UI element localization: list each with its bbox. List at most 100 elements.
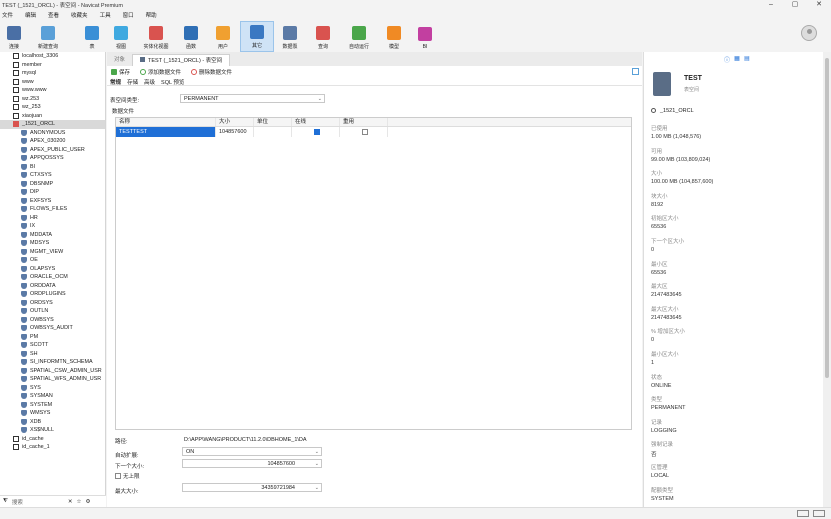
menu-item[interactable]: 帮助 — [146, 11, 157, 21]
tree-item[interactable]: PM — [0, 333, 105, 342]
tree-item[interactable]: SYSMAN — [0, 392, 105, 401]
tree-item[interactable]: IX — [0, 222, 105, 231]
toolbar-button[interactable]: 新建查询 — [28, 21, 68, 52]
toolbar-button[interactable]: 数据泵 — [274, 21, 306, 52]
toolbar-button[interactable]: 连接 — [0, 21, 28, 52]
tree-item[interactable]: CTXSYS — [0, 171, 105, 180]
tree-item[interactable]: wz_253 — [0, 103, 105, 112]
tablespace-type-select[interactable]: PERMANENT ⌄ — [180, 94, 325, 103]
tree-item[interactable]: www.www — [0, 86, 105, 95]
column-header[interactable]: 重用 — [340, 118, 388, 126]
tree-item[interactable]: localhost_3306 — [0, 52, 105, 61]
tree-item[interactable]: DBSNMP — [0, 180, 105, 189]
tree-item[interactable]: SI_INFORMTN_SCHEMA — [0, 358, 105, 367]
tree-item[interactable]: SPATIAL_CSW_ADMIN_USR — [0, 367, 105, 376]
tree-item[interactable]: DIP — [0, 188, 105, 197]
ddl-icon[interactable]: ▦ — [732, 55, 742, 64]
tree-item[interactable]: SYSTEM — [0, 401, 105, 410]
save-button[interactable]: 保存 — [111, 68, 130, 76]
tree-item[interactable]: OUTLN — [0, 307, 105, 316]
next-size-input[interactable]: 104857600 ⌄ — [182, 459, 322, 468]
tree-item[interactable]: www — [0, 78, 105, 87]
tree-item[interactable]: wz.253 — [0, 95, 105, 104]
tree-item[interactable]: BI — [0, 163, 105, 172]
toolbar-button[interactable]: 实体化视图 — [136, 21, 176, 52]
tree-item[interactable]: APPQOSSYS — [0, 154, 105, 163]
tree-item[interactable]: mysql — [0, 69, 105, 78]
user-avatar-icon[interactable] — [801, 25, 817, 41]
tree-item[interactable]: MDSYS — [0, 239, 105, 248]
column-header[interactable]: 单位 — [254, 118, 292, 126]
add-datafile-button[interactable]: 添加数据文件 — [140, 68, 181, 76]
tree-item[interactable]: OWBSYS — [0, 316, 105, 325]
toolbar-button[interactable]: 表 — [78, 21, 106, 52]
tree-item[interactable]: ORDPLUGINS — [0, 290, 105, 299]
menu-item[interactable]: 文件 — [2, 11, 13, 21]
toolbar-button[interactable]: 模型 — [378, 21, 410, 52]
tree-item[interactable]: ORDSYS — [0, 299, 105, 308]
tree-item[interactable]: SCOTT — [0, 341, 105, 350]
tree-item[interactable]: SH — [0, 350, 105, 359]
cell-online[interactable] — [292, 127, 340, 137]
toolbar-button[interactable]: 用户 — [206, 21, 240, 52]
unlimited-checkbox[interactable] — [115, 473, 121, 479]
info-icon[interactable]: ⓘ — [722, 55, 732, 64]
tree-item[interactable]: member — [0, 61, 105, 70]
tree-search-input[interactable]: 搜索 — [12, 498, 62, 506]
menu-item[interactable]: 查看 — [48, 11, 59, 21]
subtab[interactable]: 常规 — [110, 78, 121, 86]
star-icon[interactable]: ☆ — [77, 499, 82, 505]
toolbar-button[interactable]: 查询 — [306, 21, 340, 52]
tree-item[interactable]: id_cache_1 — [0, 443, 105, 452]
cell-name[interactable]: TESTTEST — [116, 127, 216, 137]
menu-item[interactable]: 窗口 — [123, 11, 134, 21]
tree-item[interactable]: OLAPSYS — [0, 265, 105, 274]
cell-reuse[interactable] — [340, 127, 388, 137]
column-header[interactable]: 大小 — [216, 118, 254, 126]
tab-tablespace[interactable]: TEST (_1521_ORCL) - 表空间 — [132, 54, 231, 66]
tree-item[interactable]: EXFSYS — [0, 197, 105, 206]
filter-icon[interactable]: ⧨ — [3, 498, 8, 505]
tree-item[interactable]: XDB — [0, 418, 105, 427]
cell-unit[interactable] — [254, 127, 292, 137]
unlimited-option[interactable]: 无上限 — [115, 472, 140, 480]
menu-item[interactable]: 编辑 — [25, 11, 36, 21]
tree-item[interactable]: OE — [0, 256, 105, 265]
toolbar-button[interactable]: 函数 — [176, 21, 206, 52]
tree-item[interactable]: xiaojuan — [0, 112, 105, 121]
tree-item[interactable]: FLOWS_FILES — [0, 205, 105, 214]
toolbar-button[interactable]: 其它 — [240, 21, 274, 52]
view-panel-icon[interactable] — [813, 510, 825, 517]
tree-item[interactable]: MGMT_VIEW — [0, 248, 105, 257]
toolbar-button[interactable]: 自动运行 — [340, 21, 378, 52]
column-header[interactable]: 名称 — [116, 118, 216, 126]
settings-icon[interactable]: ⚙ — [85, 499, 90, 505]
tree-item[interactable]: ORACLE_OCM — [0, 273, 105, 282]
minimize-button[interactable]: – — [759, 0, 783, 10]
tree-item[interactable]: _1521_ORCL — [0, 120, 105, 129]
path-value[interactable]: D:\APP\WANG\PRODUCT\11.2.0\DBHOME_1\DA — [184, 437, 307, 443]
toolbar-button[interactable]: BI — [410, 21, 440, 52]
subtab[interactable]: SQL 预览 — [161, 78, 184, 86]
tree-item[interactable]: SYS — [0, 384, 105, 393]
tree-item[interactable]: XS$NULL — [0, 426, 105, 435]
tab-objects[interactable]: 对象 — [107, 54, 132, 66]
tree-item[interactable]: ORDDATA — [0, 282, 105, 291]
scrollbar-thumb[interactable] — [825, 58, 829, 378]
table-row[interactable]: TESTTEST 104857600 — [116, 127, 631, 137]
column-header[interactable]: 在线 — [292, 118, 340, 126]
panel-scrollbar[interactable] — [823, 52, 831, 507]
view-list-icon[interactable] — [797, 510, 809, 517]
tree-item[interactable]: MDDATA — [0, 231, 105, 240]
tree-item[interactable]: ANONYMOUS — [0, 129, 105, 138]
close-button[interactable]: ✕ — [807, 0, 831, 10]
reuse-checkbox[interactable] — [362, 129, 368, 135]
toolbar-button[interactable]: 视图 — [106, 21, 136, 52]
tree-item[interactable]: APEX_030200 — [0, 137, 105, 146]
subtab[interactable]: 高级 — [144, 78, 155, 86]
clear-icon[interactable]: ✕ — [68, 499, 73, 505]
online-checkbox[interactable] — [314, 129, 320, 135]
menu-item[interactable]: 收藏夹 — [71, 11, 88, 21]
cell-size[interactable]: 104857600 — [216, 127, 254, 137]
autoextend-select[interactable]: ON ⌄ — [182, 447, 322, 456]
